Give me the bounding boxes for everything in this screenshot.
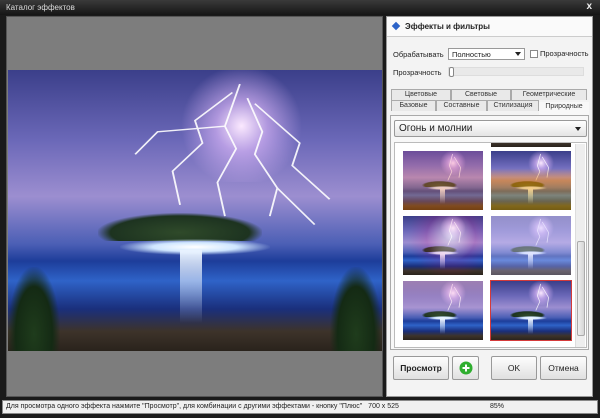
category-dropdown[interactable]: Огонь и молнии	[394, 120, 587, 137]
plus-button[interactable]	[452, 356, 479, 380]
image-size: 700 x 525	[368, 403, 399, 410]
effect-thumbnail[interactable]	[403, 216, 483, 275]
process-value: Полностью	[452, 50, 491, 59]
tab-natural[interactable]: Природные	[539, 102, 589, 115]
cancel-button[interactable]: Отмена	[540, 356, 587, 380]
tab-basic[interactable]: Базовые	[391, 100, 436, 111]
scrollbar[interactable]	[575, 144, 585, 347]
plus-circle-icon	[459, 361, 472, 375]
scrollbar-thumb[interactable]	[577, 241, 585, 336]
status-hint: Для просмотра одного эффекта нажмите "Пр…	[6, 403, 363, 410]
tab-composite[interactable]: Составные	[436, 100, 487, 111]
checkbox-label: Прозрачность	[540, 49, 589, 58]
preview-area	[6, 16, 383, 397]
checkbox-icon[interactable]	[530, 50, 538, 59]
effect-thumbnail[interactable]	[491, 216, 571, 275]
transparency-label: Прозрачность	[393, 68, 442, 77]
effects-panel: Эффекты и фильтры Обрабатывать Полностью…	[386, 16, 593, 397]
ok-button[interactable]: OK	[491, 356, 537, 380]
diamond-icon	[391, 21, 401, 31]
tab-light[interactable]: Световые	[451, 89, 511, 100]
effect-thumbnail[interactable]	[490, 280, 572, 341]
preview-image	[8, 70, 382, 351]
transparency-checkbox[interactable]: Прозрачность	[530, 49, 589, 59]
panel-title: Эффекты и фильтры	[405, 22, 491, 31]
effect-thumbnail[interactable]	[491, 143, 571, 147]
effect-thumbnail[interactable]	[403, 151, 483, 210]
category-value: Огонь и молнии	[399, 123, 473, 134]
tab-geometric[interactable]: Геометрические	[511, 89, 587, 100]
tab-color[interactable]: Цветовые	[391, 89, 451, 100]
window-title: Каталог эффектов	[6, 3, 75, 12]
effect-thumbnail[interactable]	[403, 281, 483, 340]
effects-tab-panel: Огонь и молнии	[390, 115, 589, 350]
tab-stylization[interactable]: Стилизация	[487, 100, 539, 111]
chevron-down-icon	[515, 52, 521, 56]
chevron-down-icon	[575, 127, 581, 131]
process-select[interactable]: Полностью	[448, 48, 525, 60]
process-label: Обрабатывать	[393, 50, 444, 59]
status-bar: Для просмотра одного эффекта нажмите "Пр…	[2, 400, 598, 414]
zoom-level: 85%	[490, 403, 505, 410]
transparency-slider[interactable]	[448, 67, 584, 77]
slider-thumb[interactable]	[449, 67, 454, 77]
title-bar: Каталог эффектов x	[0, 0, 600, 15]
preview-button[interactable]: Просмотр	[393, 356, 449, 380]
effects-thumbnail-list	[394, 142, 587, 348]
effect-thumbnail[interactable]	[491, 151, 571, 210]
panel-header: Эффекты и фильтры	[387, 17, 592, 37]
close-button[interactable]: x	[586, 1, 592, 12]
